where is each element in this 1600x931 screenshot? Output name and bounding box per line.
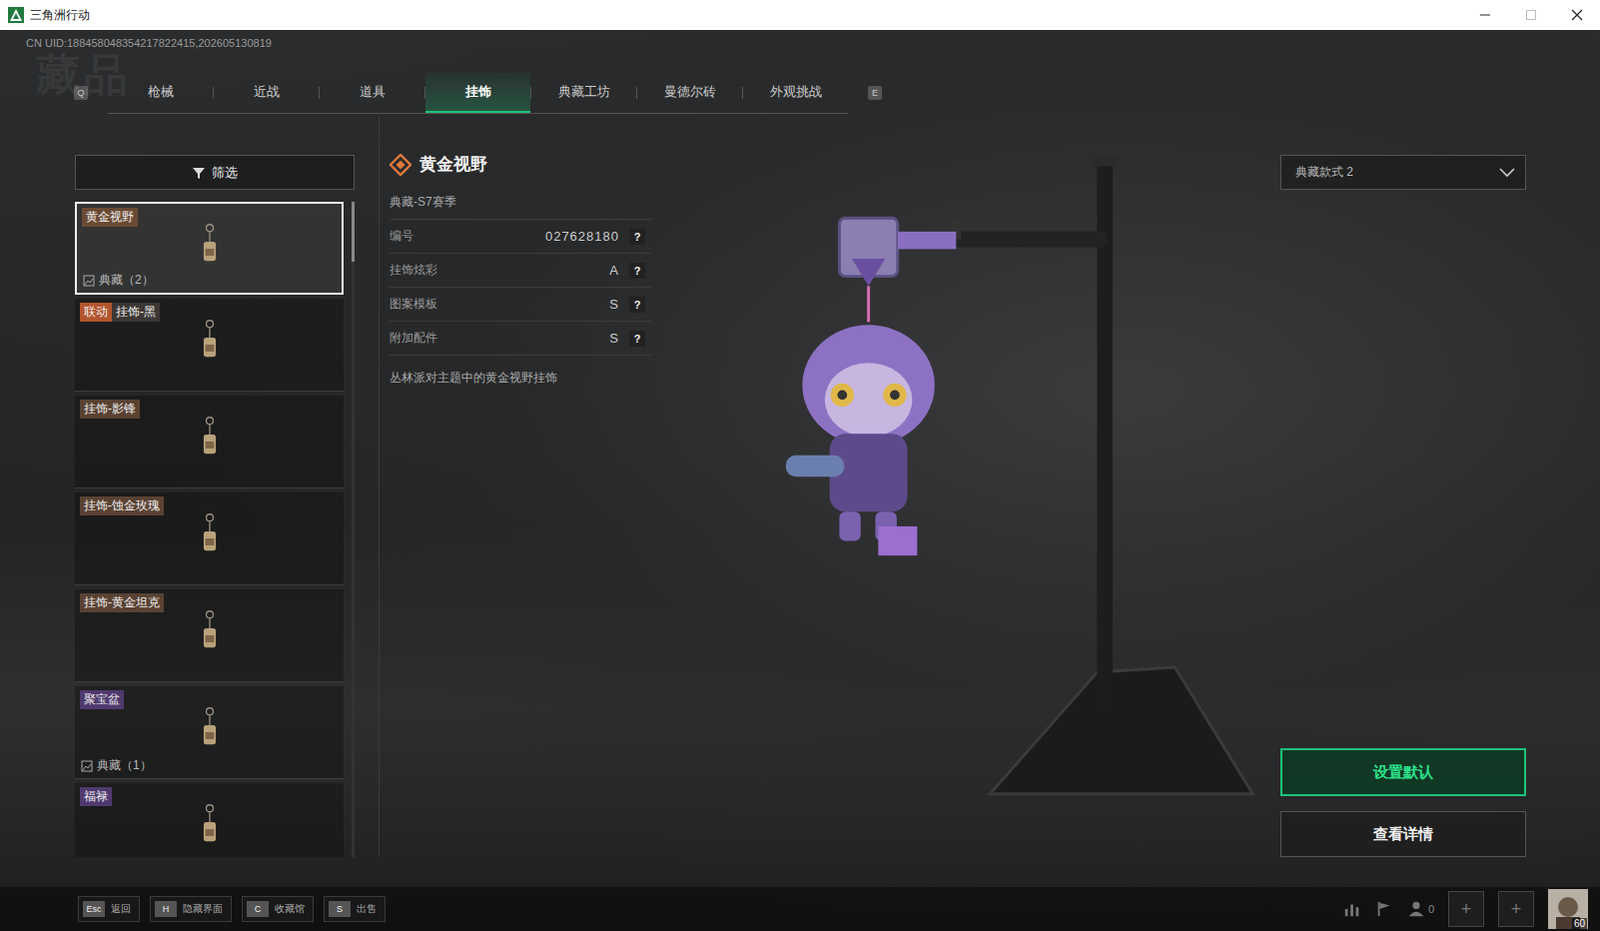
collection-count: 典藏（2） — [82, 271, 154, 289]
player-level: 60 — [1572, 917, 1588, 929]
attribute-row: 附加配件 S ? — [389, 321, 652, 356]
bottom-bar: Esc 返回 H 隐藏界面 C 收藏馆 S 出售 0 + + 60 — [0, 886, 1600, 931]
page-watermark: 藏品 — [35, 45, 132, 105]
filter-icon — [191, 165, 206, 180]
charm-thumbnail-icon — [196, 415, 223, 468]
minimize-icon[interactable] — [1462, 0, 1509, 30]
team-slot-button[interactable]: + — [1498, 890, 1535, 927]
item-tag: 挂饰-影锋 — [79, 399, 140, 419]
item-tag: 黄金视野 — [81, 207, 138, 227]
help-button[interactable]: ? — [629, 228, 646, 245]
category-tab[interactable]: 挂饰 — [425, 72, 531, 113]
item-tag: 挂饰-蚀金玫瑰 — [79, 496, 164, 516]
item-tag: 挂饰-黑 — [111, 302, 160, 322]
charm-thumbnail-icon — [196, 318, 223, 371]
tab-separator — [530, 86, 532, 99]
attribute-row: 编号 027628180 ? — [389, 219, 652, 254]
charm-thumbnail-icon — [196, 609, 223, 662]
item-card[interactable]: 挂饰-影锋 — [74, 395, 344, 489]
picture-icon — [82, 274, 95, 287]
item-card[interactable]: 黄金视野 典藏（2） — [74, 201, 344, 295]
category-tab[interactable]: 外观挑战 — [743, 72, 848, 113]
item-tag: 联动 — [79, 302, 112, 322]
charm-on-stand-icon — [651, 112, 1281, 857]
hotkey-button[interactable]: C 收藏馆 — [241, 895, 314, 922]
help-button[interactable]: ? — [629, 330, 646, 347]
game-screen: 藏品 CN UID:188458048354217822415,20260513… — [0, 29, 1600, 931]
title-bar: 三角洲行动 — [0, 0, 1600, 30]
tab-separator — [742, 86, 744, 99]
app-logo-icon — [7, 6, 24, 23]
item-card[interactable]: 挂饰-黄金坦克 — [74, 589, 344, 683]
charm-thumbnail-icon — [196, 222, 223, 275]
rarity-diamond-icon — [389, 153, 412, 176]
item-list-panel: 筛选 黄金视野 典藏（2）联动挂饰-黑 挂饰-影锋 挂饰-蚀金玫瑰 挂饰-黄金坦… — [74, 112, 355, 857]
hotkey-button[interactable]: S 出售 — [323, 895, 386, 922]
item-card[interactable]: 联动挂饰-黑 — [74, 298, 344, 392]
item-card[interactable]: 挂饰-蚀金玫瑰 — [74, 492, 344, 586]
next-tab-key[interactable]: E — [867, 85, 882, 100]
tab-separator — [636, 86, 638, 99]
attribute-row: 挂饰炫彩 A ? — [389, 253, 652, 288]
item-description: 丛林派对主题中的黄金视野挂饰 — [389, 369, 652, 387]
style-dropdown[interactable]: 典藏款式 2 — [1280, 154, 1527, 190]
category-tab[interactable]: 道具 — [319, 72, 425, 113]
action-button[interactable]: 设置默认 — [1280, 748, 1527, 797]
item-detail-panel: 黄金视野 典藏-S7赛季 编号 027628180 ?挂饰炫彩 A ?图案模板 … — [378, 112, 652, 857]
filter-button[interactable]: 筛选 — [74, 154, 355, 190]
team-slot-button[interactable]: + — [1448, 890, 1485, 927]
uid-label: CN UID:188458048354217822415,20260513081… — [0, 29, 1600, 55]
item-series: 典藏-S7赛季 — [389, 193, 652, 220]
help-button[interactable]: ? — [629, 262, 646, 279]
app-root: 三角洲行动 藏品 CN UID:188458048354217822415,20… — [0, 0, 1600, 931]
tab-separator — [318, 86, 320, 99]
hotkey-button[interactable]: Esc 返回 — [77, 895, 140, 922]
category-tab[interactable]: 曼德尔砖 — [637, 72, 743, 113]
item-tag: 聚宝盆 — [79, 690, 124, 710]
item-card[interactable]: 聚宝盆 典藏（1） — [74, 686, 344, 780]
player-avatar[interactable]: 60 — [1548, 888, 1589, 929]
item-list: 黄金视野 典藏（2）联动挂饰-黑 挂饰-影锋 挂饰-蚀金玫瑰 挂饰-黄金坦克 聚… — [74, 201, 344, 857]
friends-count[interactable]: 0 — [1407, 899, 1435, 918]
stats-chart-icon[interactable] — [1343, 899, 1362, 918]
category-tab[interactable]: 近战 — [213, 72, 319, 113]
close-icon[interactable] — [1554, 0, 1600, 30]
help-button[interactable]: ? — [629, 296, 646, 313]
window-title: 三角洲行动 — [29, 6, 1463, 24]
tab-bar: Q 枪械 近战 道具 挂饰 典藏工坊 曼德尔砖 外观挑战 E — [0, 54, 1600, 113]
attribute-row: 图案模板 S ? — [389, 287, 652, 322]
charm-thumbnail-icon — [196, 512, 223, 565]
charm-thumbnail-icon — [196, 706, 223, 759]
maximize-icon[interactable] — [1508, 0, 1555, 30]
list-scrollbar[interactable] — [351, 201, 355, 857]
chevron-down-icon — [1499, 167, 1516, 178]
item-tag: 挂饰-黄金坦克 — [79, 593, 164, 613]
collection-count: 典藏（1） — [80, 757, 152, 775]
action-button[interactable]: 查看详情 — [1280, 810, 1527, 857]
tab-separator — [212, 86, 214, 99]
picture-icon — [80, 760, 93, 773]
hotkey-button[interactable]: H 隐藏界面 — [149, 895, 232, 922]
person-icon — [1407, 899, 1426, 918]
preview-stage[interactable] — [651, 112, 1281, 857]
charm-thumbnail-icon — [196, 802, 223, 855]
item-title: 黄金视野 — [389, 152, 652, 176]
flag-icon[interactable] — [1375, 899, 1394, 918]
item-card[interactable]: 福禄 — [74, 783, 344, 857]
category-tab[interactable]: 典藏工坊 — [531, 72, 637, 113]
item-tag: 福禄 — [79, 787, 112, 806]
